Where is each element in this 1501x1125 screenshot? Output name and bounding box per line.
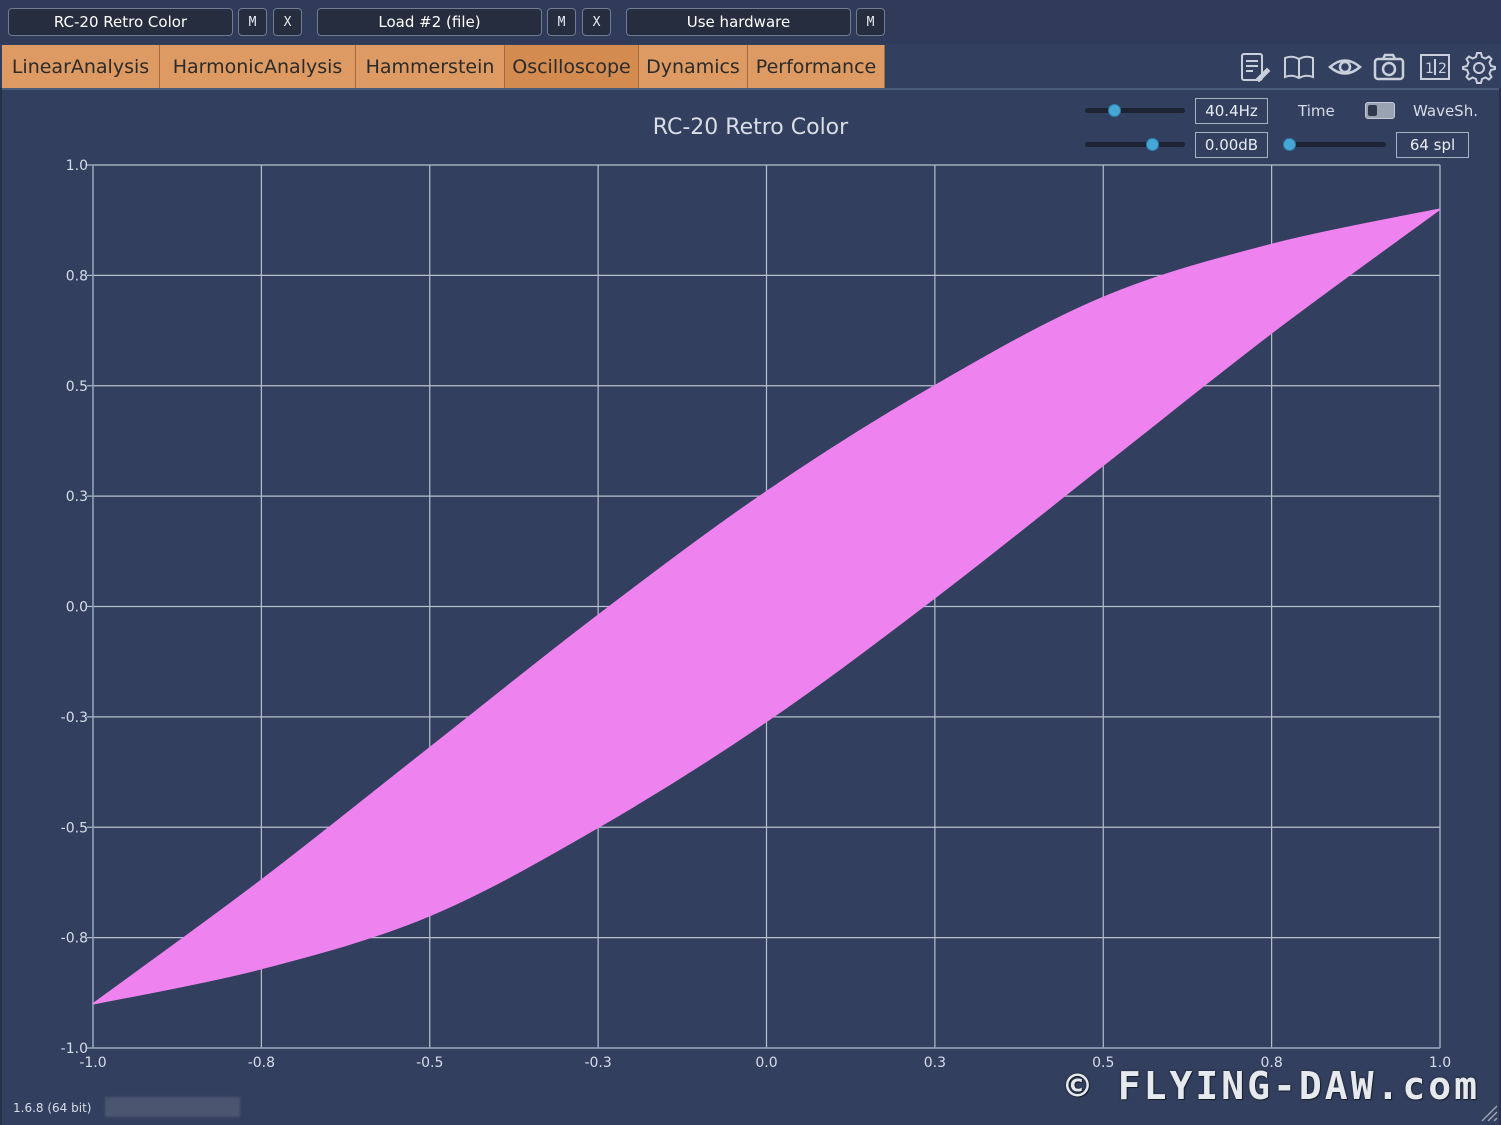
x-tick-label: 0.0 — [755, 1055, 777, 1071]
y-tick-label: -0.5 — [61, 820, 88, 836]
x-tick-label: -1.0 — [79, 1055, 106, 1071]
y-tick-label: -0.8 — [61, 931, 88, 947]
version-label: 1.6.8 (64 bit) — [13, 1101, 92, 1115]
y-tick-label: 0.5 — [66, 379, 88, 395]
resize-grip-icon[interactable] — [1478, 1102, 1498, 1122]
x-tick-label: 0.3 — [924, 1055, 946, 1071]
watermark-text: © FLYING-DAW.com — [1066, 1064, 1481, 1108]
y-tick-label: 0.3 — [66, 489, 88, 505]
x-tick-label: -0.3 — [584, 1055, 611, 1071]
y-tick-label: 0.8 — [66, 268, 88, 284]
x-tick-label: -0.5 — [416, 1055, 443, 1071]
x-tick-label: -0.8 — [248, 1055, 275, 1071]
y-tick-label: -0.3 — [61, 710, 88, 726]
oscilloscope-plot: -1.0 -0.8 -0.5 -0.3 0.0 0.3 0.5 0.8 1.01.00.80.5… — [61, 158, 1451, 1071]
y-tick-label: 1.0 — [66, 158, 88, 174]
y-tick-label: 0.0 — [66, 600, 88, 616]
y-tick-label: -1.0 — [61, 1041, 88, 1057]
redacted-license-text — [105, 1097, 240, 1117]
